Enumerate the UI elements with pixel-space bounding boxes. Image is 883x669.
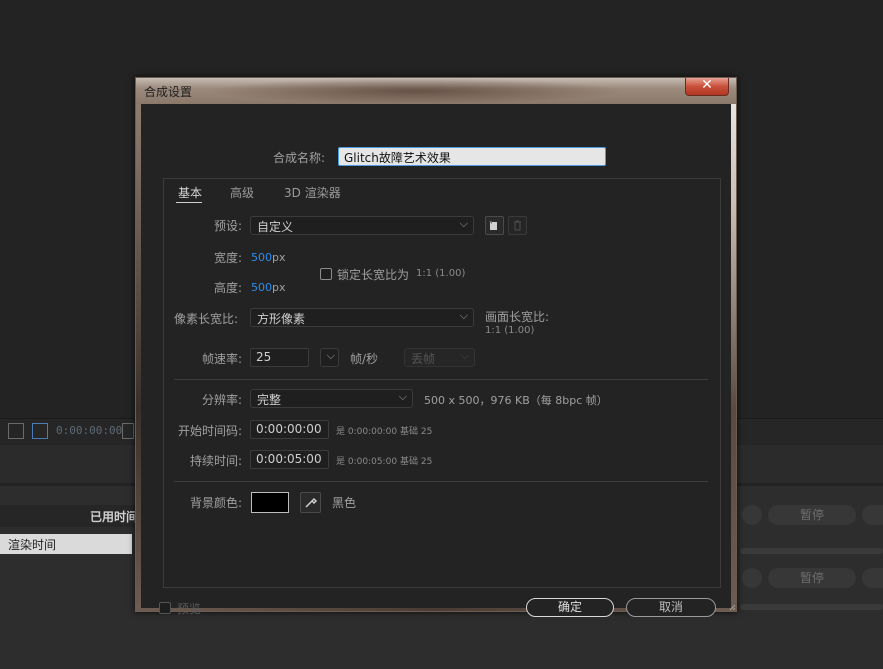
frame-aspect-value: 1:1 (1.00) <box>485 325 535 336</box>
height-unit: px <box>272 281 286 294</box>
resolution-info: 500 x 500，976 KB（每 8bpc 帧） <box>424 394 608 407</box>
height-value[interactable]: 500 <box>251 281 272 294</box>
render-time-row[interactable]: 渲染时间 <box>0 534 132 554</box>
chevron-down-icon: ⌵ <box>398 390 407 403</box>
dialog-titlebar[interactable]: 合成设置 ✕ <box>136 77 736 104</box>
queue-pill-1 <box>742 505 762 525</box>
resolution-value: 完整 <box>257 393 282 407</box>
queue-divider <box>740 604 883 610</box>
section-divider <box>174 379 708 380</box>
region-of-interest-icon[interactable] <box>32 423 48 439</box>
lock-aspect-value: 1:1 (1.00) <box>416 268 466 279</box>
width-value[interactable]: 500 <box>251 251 272 264</box>
comp-flowchart-icon[interactable] <box>8 423 24 439</box>
height-label: 高度: <box>214 281 243 295</box>
eyedropper-icon <box>305 497 318 508</box>
lock-aspect-checkbox[interactable] <box>320 268 332 280</box>
width-label: 宽度: <box>214 251 243 265</box>
queue-divider <box>740 548 883 554</box>
chevron-down-icon: ⌵ <box>460 349 469 362</box>
save-preset-icon <box>489 221 497 230</box>
elapsed-time-header: 已用时间 <box>0 505 140 527</box>
frame-rate-dropdown[interactable]: ⌵ <box>320 348 339 367</box>
close-icon: ✕ <box>701 77 713 93</box>
ok-button-label: 确定 <box>557 600 582 614</box>
start-timecode-base: 基础 25 <box>400 427 433 437</box>
trash-icon <box>514 220 521 231</box>
preview-checkbox[interactable] <box>159 602 171 614</box>
chevron-down-icon: ⌵ <box>459 309 468 322</box>
eyedropper-button[interactable] <box>300 492 321 513</box>
start-timecode-input[interactable]: 0:00:00:00 <box>250 420 329 439</box>
dialog-frame-right <box>731 104 736 611</box>
preview-label: 预览 <box>177 602 202 616</box>
section-divider <box>174 481 708 482</box>
comp-name-input[interactable]: Glitch故障艺术效果 <box>338 147 606 166</box>
snapshot-icon[interactable] <box>122 423 134 439</box>
resolution-dropdown[interactable]: 完整 ⌵ <box>250 389 413 408</box>
duration-base: 基础 25 <box>400 457 433 467</box>
preset-label: 预设: <box>214 219 243 233</box>
start-timecode-note: 是 0:00:00:00 <box>336 427 398 437</box>
ok-button[interactable]: 确定 <box>526 598 614 617</box>
active-tab-indicator <box>176 202 202 203</box>
dialog-title: 合成设置 <box>144 85 193 99</box>
resolution-label: 分辨率: <box>202 393 243 407</box>
frame-rate-label: 帧速率: <box>202 352 243 366</box>
bg-color-name: 黑色 <box>332 496 357 510</box>
bg-color-label: 背景颜色: <box>190 496 243 510</box>
render-time-label: 渲染时间 <box>8 538 57 552</box>
pixel-aspect-dropdown[interactable]: 方形像素 ⌵ <box>250 308 474 327</box>
comp-name-label: 合成名称: <box>273 151 326 165</box>
delete-preset-button[interactable] <box>508 216 527 235</box>
lock-aspect-label: 锁定长宽比为 <box>337 268 410 282</box>
tab-basic[interactable]: 基本 <box>178 184 202 201</box>
frame-rate-unit: 帧/秒 <box>350 352 379 366</box>
bg-color-swatch[interactable] <box>251 492 289 513</box>
chevron-down-icon: ⌵ <box>459 217 468 230</box>
tab-3d-renderer[interactable]: 3D 渲染器 <box>284 184 341 201</box>
drop-frame-dropdown: 丢帧 ⌵ <box>404 348 475 367</box>
cancel-button[interactable]: 取消 <box>626 598 716 617</box>
queue-pill-4 <box>862 568 883 588</box>
chevron-down-icon: ⌵ <box>326 349 335 362</box>
frame-rate-input[interactable]: 25 <box>250 348 309 367</box>
tab-advanced[interactable]: 高级 <box>230 184 254 201</box>
queue-pill-3 <box>862 505 883 525</box>
duration-label: 持续时间: <box>190 454 243 468</box>
timeline-timecode[interactable]: 0:00:00:00 <box>56 424 122 437</box>
pause-button-1[interactable]: 暂停 <box>768 505 856 525</box>
duration-input[interactable]: 0:00:05:00 <box>250 450 329 469</box>
pause-button-2[interactable]: 暂停 <box>768 568 856 588</box>
frame-aspect-label: 画面长宽比: <box>485 310 550 324</box>
close-button[interactable]: ✕ <box>685 77 729 96</box>
drop-frame-value: 丢帧 <box>411 352 436 366</box>
dialog-content: 合成名称: Glitch故障艺术效果 基本 高级 3D 渲染器 预设: 自定义 … <box>141 104 731 617</box>
start-timecode-label: 开始时间码: <box>178 424 243 438</box>
duration-note: 是 0:00:05:00 <box>336 457 398 467</box>
preset-dropdown[interactable]: 自定义 ⌵ <box>250 216 474 235</box>
queue-pill-2 <box>742 568 762 588</box>
pixel-aspect-label: 像素长宽比: <box>174 312 239 326</box>
composition-settings-dialog: 合成设置 ✕ 合成名称: Glitch故障艺术效果 基本 高级 3D 渲染器 预… <box>135 77 737 617</box>
preset-value: 自定义 <box>257 220 294 234</box>
elapsed-time-label: 已用时间 <box>89 510 138 524</box>
resize-grip-icon[interactable] <box>728 603 736 611</box>
width-unit: px <box>272 251 286 264</box>
save-preset-button[interactable] <box>485 216 504 235</box>
settings-tab-panel: 基本 高级 3D 渲染器 预设: 自定义 ⌵ 宽度: 500 px 高度: 50… <box>163 178 721 588</box>
pixel-aspect-value: 方形像素 <box>257 312 306 326</box>
cancel-button-label: 取消 <box>658 600 683 614</box>
